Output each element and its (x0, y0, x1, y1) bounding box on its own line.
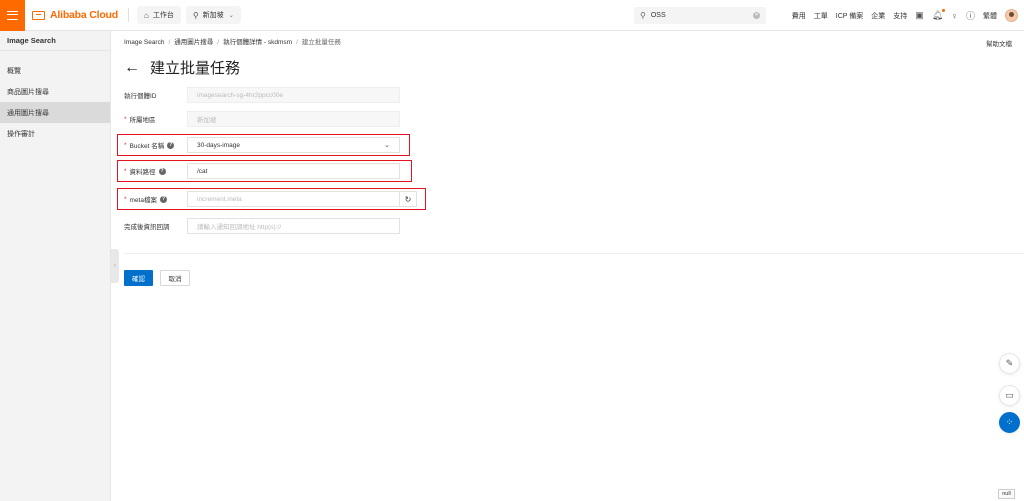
instance-id-field: imagesearch-sg-4hr2ppcc00e (187, 87, 400, 103)
logo-divider (127, 8, 129, 22)
link-billing[interactable]: 費用 (792, 11, 806, 21)
menu-icon (7, 10, 18, 20)
notification-bell-icon[interactable]: 🔔︎ (932, 9, 946, 21)
callback-label: 完成後資訊回調 (124, 224, 170, 231)
edit-icon: ✎ (1005, 358, 1014, 368)
grid-icon: ⁘ (1005, 417, 1014, 427)
feedback-float-button[interactable]: ▭ (999, 385, 1020, 406)
back-arrow-icon[interactable]: ← (124, 59, 140, 77)
help-docs-link[interactable]: 幫助文檔 (986, 38, 1012, 48)
sidebar-item-general-image-search[interactable]: 通用圖片搜尋 (0, 102, 110, 123)
workbench-button[interactable]: ⌂ 工作台 (136, 6, 181, 24)
location-pin-icon: ⚲ (192, 10, 199, 20)
home-icon: ⌂ (143, 10, 149, 20)
breadcrumb-item[interactable]: Image Search (124, 39, 164, 46)
form-row-instance-id: 執行個體ID imagesearch-sg-4hr2ppcc00e (124, 87, 400, 103)
chevron-down-icon: ⌄ (228, 12, 234, 19)
instance-id-label: 執行個體ID (124, 93, 157, 100)
region-label: 新加坡 (202, 12, 224, 19)
workbench-label: 工作台 (152, 12, 174, 19)
help-icon[interactable]: ⓘ (966, 9, 975, 22)
edit-float-button[interactable]: ✎ (999, 353, 1020, 374)
message-icon[interactable]: ▣ (915, 10, 924, 21)
region-field: 新加坡 (187, 111, 400, 127)
breadcrumb: Image Search / 通用圖片搜尋 / 執行個體詳情 - skdmsm / 建立批量… (124, 39, 341, 46)
top-right-links: 費用 工單 ICP 備案 企業 支持 ▣ 🔔︎ ♀ ⓘ 繁體 (792, 0, 1018, 31)
region-label-field: * 所屬地區 (124, 115, 156, 125)
search-icon: ⚲ (640, 11, 646, 20)
form-row-callback: 完成後資訊回調 請輸入通知回調地址 http(s):// (124, 218, 400, 234)
apps-float-button[interactable]: ⁘ (999, 412, 1020, 433)
chevron-left-icon: ‹ (114, 263, 116, 269)
highlight-box-data-path (117, 160, 412, 182)
user-avatar[interactable] (1005, 9, 1018, 22)
sidebar-item-product-image-search[interactable]: 商品圖片搜尋 (0, 81, 110, 102)
null-tag: null (998, 489, 1015, 499)
search-value: OSS (650, 12, 666, 19)
sidebar-collapse-handle[interactable]: ‹ (111, 249, 119, 283)
form-row-region: * 所屬地區 新加坡 (124, 111, 400, 127)
page-title-text: 建立批量任務 (150, 60, 241, 77)
breadcrumb-item[interactable]: 執行個體詳情 - skdmsm (223, 39, 292, 46)
breadcrumb-item[interactable]: 通用圖片搜尋 (174, 39, 213, 46)
language-switcher[interactable]: 繁體 (983, 11, 997, 21)
chat-icon: ▭ (1005, 390, 1014, 400)
link-support[interactable]: 支持 (893, 11, 907, 21)
clear-search-icon[interactable]: ✕ (753, 12, 760, 19)
global-search-input[interactable]: ⚲ OSS ✕ (634, 7, 766, 24)
sidebar-item-audit[interactable]: 操作審計 (0, 123, 110, 144)
confirm-button[interactable]: 確認 (124, 270, 153, 286)
hamburger-menu-button[interactable] (0, 0, 25, 31)
link-enterprise[interactable]: 企業 (871, 11, 885, 21)
region-selector[interactable]: ⚲ 新加坡 ⌄ (185, 6, 241, 24)
sidebar: Image Search 概覽 商品圖片搜尋 通用圖片搜尋 操作審計 (0, 31, 111, 501)
highlight-box-meta-file (117, 188, 426, 210)
brand-name: Alibaba Cloud (50, 9, 118, 21)
link-icp[interactable]: ICP 備案 (836, 11, 864, 21)
alibaba-logo-icon (32, 10, 45, 20)
sidebar-title: Image Search (0, 31, 110, 51)
alibaba-cloud-logo[interactable]: Alibaba Cloud (32, 9, 118, 21)
callback-url-input[interactable]: 請輸入通知回調地址 http(s):// (187, 218, 400, 234)
page-title: ← 建立批量任務 (124, 57, 240, 78)
highlight-box-bucket (117, 134, 410, 156)
breadcrumb-current: 建立批量任務 (301, 39, 341, 46)
lightbulb-icon[interactable]: ♀ (951, 11, 958, 21)
cancel-button[interactable]: 取消 (160, 270, 190, 286)
link-tickets[interactable]: 工單 (814, 11, 828, 21)
form-divider (124, 253, 1024, 254)
sidebar-item-overview[interactable]: 概覽 (0, 60, 110, 81)
